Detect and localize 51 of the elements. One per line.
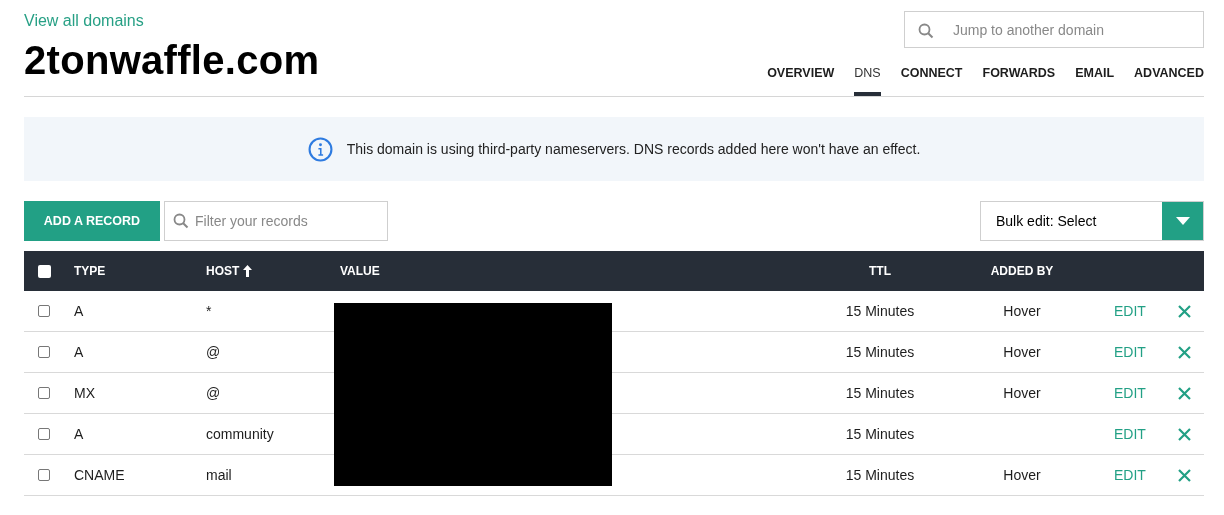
- host-cell-text: @: [206, 385, 222, 401]
- row-checkbox[interactable]: [38, 387, 50, 399]
- sort-up-icon: [243, 265, 253, 277]
- info-icon: [307, 136, 333, 162]
- delete-icon[interactable]: [1177, 345, 1191, 359]
- added-by-cell: Hover: [1003, 385, 1041, 401]
- row-checkbox[interactable]: [38, 346, 50, 358]
- host-cell-text: *: [206, 303, 213, 319]
- nav-tab[interactable]: DNS: [854, 61, 881, 96]
- type-cell-text: A: [74, 344, 85, 360]
- type-cell-text: MX: [74, 385, 96, 401]
- nav-tab[interactable]: FORWARDS: [982, 61, 1056, 96]
- nav-tab[interactable]: OVERVIEW: [767, 61, 835, 96]
- ttl-cell: 15 Minutes: [845, 303, 915, 319]
- added-by-cell: Hover: [1003, 344, 1041, 360]
- column-header[interactable]: TYPE: [74, 264, 206, 278]
- delete-icon[interactable]: [1177, 427, 1191, 441]
- host-cell-text: @: [206, 344, 222, 360]
- row-checkbox[interactable]: [38, 428, 50, 440]
- ttl-cell: 15 Minutes: [845, 344, 915, 360]
- delete-icon[interactable]: [1177, 386, 1191, 400]
- type-cell-text: CNAME: [74, 467, 126, 483]
- filter-field[interactable]: Filter your records: [164, 201, 388, 241]
- nav-tab[interactable]: EMAIL: [1075, 61, 1115, 96]
- bulk-edit-dropdown[interactable]: Bulk edit: Select: [980, 201, 1204, 241]
- host-cell-text: community: [206, 426, 275, 442]
- column-header[interactable]: HOST: [206, 264, 240, 278]
- delete-icon[interactable]: [1177, 304, 1191, 318]
- search-icon: [173, 213, 189, 229]
- domain-search-field[interactable]: Jump to another domain: [904, 11, 1204, 48]
- row-checkbox[interactable]: [38, 469, 50, 481]
- domain-title: 2tonwaffle.com: [24, 38, 320, 83]
- added-by-cell: Hover: [1003, 467, 1041, 483]
- ttl-cell: 15 Minutes: [845, 385, 915, 401]
- ttl-cell: 15 Minutes: [845, 426, 915, 442]
- added-by-cell: Hover: [1003, 303, 1041, 319]
- ttl-cell: 15 Minutes: [845, 467, 915, 483]
- column-header: ADDED BY: [990, 264, 1054, 278]
- column-header: TTL: [869, 264, 891, 278]
- delete-icon[interactable]: [1177, 468, 1191, 482]
- type-cell-text: A: [74, 303, 85, 319]
- caret-icon: [1175, 217, 1190, 225]
- host-cell-text: mail: [206, 467, 233, 483]
- select-all-checkbox[interactable]: [38, 264, 51, 278]
- nav-tab[interactable]: ADVANCED: [1134, 61, 1204, 96]
- nav-tab[interactable]: CONNECT: [900, 61, 963, 96]
- type-cell-text: A: [74, 426, 85, 442]
- notice-text: This domain is using third-party nameservers. DNS records added here won't have an effect.: [346, 141, 921, 157]
- row-checkbox[interactable]: [38, 305, 50, 317]
- column-header: VALUE: [340, 264, 381, 278]
- search-icon: [918, 23, 934, 39]
